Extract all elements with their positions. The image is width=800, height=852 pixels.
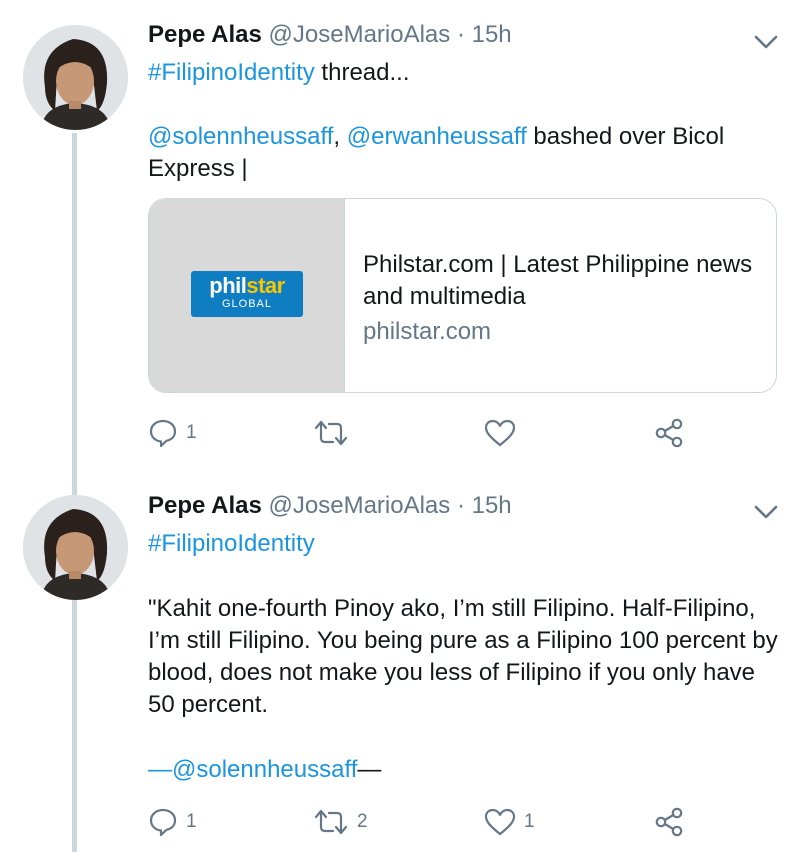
like-icon (484, 419, 516, 447)
share-icon (655, 418, 683, 448)
tweet-time[interactable]: 15h (472, 21, 512, 48)
tweet-header: Pepe Alas @JoseMarioAlas · 15h (148, 20, 512, 50)
tweet-text-fragment: , (333, 123, 347, 150)
tweet-actions: 1 2 1 (148, 805, 708, 839)
chevron-down-icon[interactable] (752, 32, 780, 52)
tweet-body: #FilipinoIdentity "Kahit one-fourth Pino… (148, 528, 778, 786)
signature-dash: — (357, 756, 382, 783)
author-handle[interactable]: @JoseMarioAlas (269, 492, 451, 519)
author-handle[interactable]: @JoseMarioAlas (269, 21, 451, 48)
hashtag-link[interactable]: #FilipinoIdentity (148, 59, 315, 86)
reply-icon (149, 419, 177, 448)
reply-icon (149, 808, 177, 837)
separator-dot: · (450, 21, 472, 48)
mention-link[interactable]: @erwanheussaff (347, 123, 527, 150)
link-preview-card[interactable]: philstar GLOBAL Philstar.com | Latest Ph… (148, 198, 777, 393)
retweet-button[interactable]: 2 (313, 805, 368, 839)
like-icon (484, 808, 516, 836)
reply-button[interactable]: 1 (148, 805, 197, 839)
tweet-line-1: #FilipinoIdentity thread... (148, 57, 778, 89)
tweet-header: Pepe Alas @JoseMarioAlas · 15h (148, 491, 512, 521)
like-button[interactable]: 1 (484, 805, 535, 839)
tweet-time[interactable]: 15h (472, 492, 512, 519)
reply-count: 1 (186, 811, 197, 832)
like-button[interactable] (484, 416, 524, 450)
like-count: 1 (524, 811, 535, 832)
card-title: Philstar.com | Latest Philippine news an… (363, 251, 753, 310)
share-icon (655, 807, 683, 837)
separator-dot: · (450, 492, 472, 519)
logo-subtext: GLOBAL (221, 298, 273, 310)
mention-link[interactable]: @solennheussaff (172, 756, 357, 783)
avatar[interactable] (23, 25, 128, 130)
chevron-down-icon[interactable] (752, 502, 780, 522)
mention-link[interactable]: @solennheussaff (148, 123, 333, 150)
logo-text: phil (209, 273, 247, 298)
tweet-text-fragment: thread... (314, 59, 410, 86)
avatar[interactable] (23, 495, 128, 600)
retweet-icon (314, 420, 348, 446)
tweet-actions: 1 (148, 416, 708, 450)
logo-text: star (246, 273, 285, 298)
signature-dash: — (148, 756, 172, 783)
author-name[interactable]: Pepe Alas (148, 492, 262, 519)
reply-button[interactable]: 1 (148, 416, 197, 450)
card-body: Philstar.com | Latest Philippine news an… (363, 249, 758, 348)
card-domain: philstar.com (363, 318, 492, 345)
hashtag-link[interactable]: #FilipinoIdentity (148, 530, 315, 557)
retweet-button[interactable] (313, 416, 357, 450)
tweet-signature: —@solennheussaff— (148, 754, 778, 786)
share-button[interactable] (653, 805, 685, 839)
reply-count: 1 (186, 422, 197, 443)
philstar-logo: philstar GLOBAL (191, 271, 303, 317)
tweet-body: #FilipinoIdentity thread... @solennheuss… (148, 57, 778, 185)
share-button[interactable] (653, 416, 685, 450)
tweet-quote: "Kahit one-fourth Pinoy ako, I’m still F… (148, 595, 778, 718)
thread-connector-line (72, 133, 77, 852)
tweet-line-2: @solennheussaff, @erwanheussaff bashed o… (148, 121, 778, 185)
tweet-line-1: #FilipinoIdentity (148, 528, 778, 560)
author-name[interactable]: Pepe Alas (148, 21, 262, 48)
retweet-icon (314, 809, 348, 835)
retweet-count: 2 (357, 811, 368, 832)
card-thumbnail: philstar GLOBAL (149, 199, 345, 392)
